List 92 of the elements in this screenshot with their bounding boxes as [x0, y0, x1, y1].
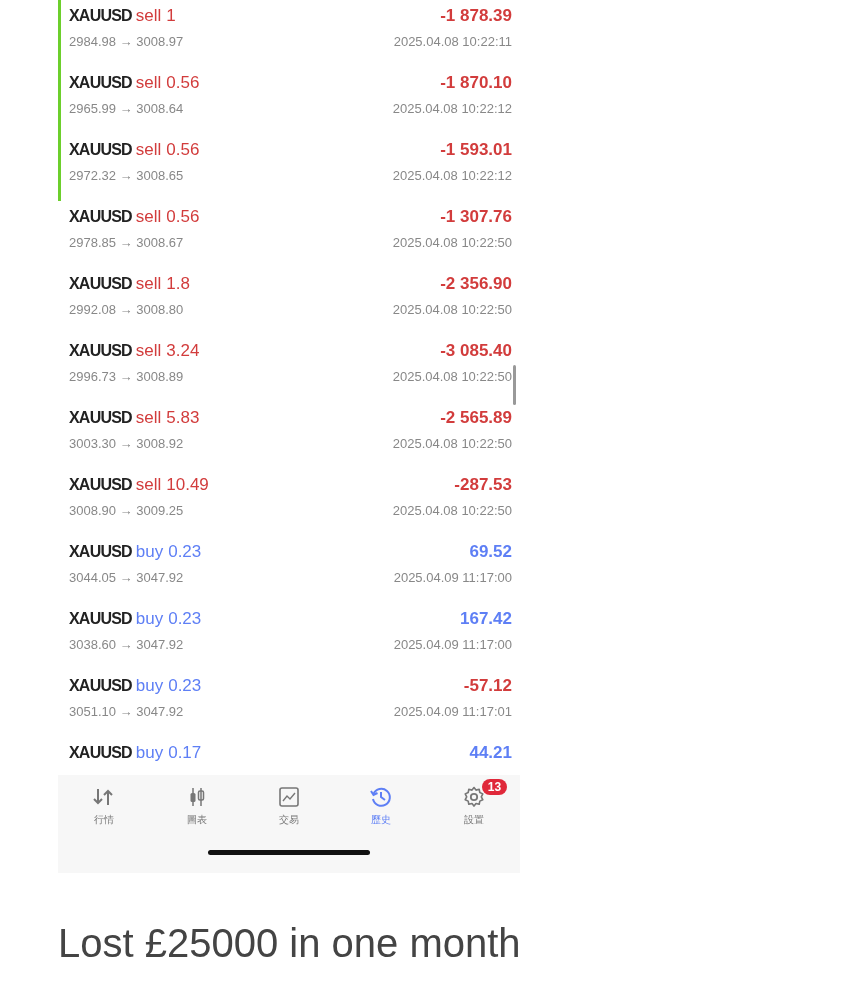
symbol-label: XAUUSD — [69, 141, 132, 158]
notification-badge: 13 — [481, 779, 508, 795]
trade-time: 2025.04.09 11:17:00 — [393, 570, 512, 585]
profit-value: 69.52 — [469, 542, 512, 562]
volume-label: 0.23 — [168, 542, 202, 561]
trade-time: 2025.04.08 10:22:50 — [392, 302, 512, 317]
volume-label: 0.56 — [166, 73, 200, 92]
tab[interactable]: 歷史 — [369, 785, 394, 827]
volume-label: 0.17 — [168, 743, 202, 762]
symbol-label: XAUUSD — [69, 342, 132, 359]
price-range: 2996.73 → 3008.89 — [69, 369, 184, 384]
line-chart-icon — [277, 785, 301, 809]
price-range: 3051.10 → 3047.92 — [69, 704, 184, 719]
symbol-label: XAUUSD — [69, 7, 132, 24]
price-range: 2972.32 → 3008.65 — [69, 168, 184, 183]
side-label: sell — [135, 475, 162, 494]
trade-time: 2025.04.08 10:22:50 — [392, 369, 512, 384]
volume-label: 10.49 — [166, 475, 209, 494]
side-label: sell — [135, 140, 162, 159]
volume-label: 5.83 — [166, 408, 200, 427]
trade-time: 2025.04.09 11:17:01 — [393, 704, 512, 719]
caption: Lost £25000 in one month — [58, 921, 522, 966]
trade-row[interactable]: XAUUSD sell 10.49 -287.53 3008.90 → 3009.25 2025.04.08 10:22:50 — [58, 469, 520, 536]
price-range: 3044.05 → 3047.92 — [69, 570, 184, 585]
symbol-label: XAUUSD — [69, 208, 132, 225]
price-range: 3038.60 → 3047.92 — [69, 637, 184, 652]
trade-row[interactable]: XAUUSD sell 3.24 -3 085.40 2996.73 → 3008.89 2025.04.08 10:22:50 — [58, 335, 520, 402]
flagged-trade-row[interactable]: XAUUSD sell 0.56 -1 870.10 2965.99 → 3008.64 2025.04.08 10:22:12 — [58, 67, 520, 134]
symbol-label: XAUUSD — [69, 476, 132, 493]
history-icon — [369, 785, 394, 809]
side-label: sell — [135, 341, 162, 360]
symbol-label: XAUUSD — [69, 275, 132, 292]
symbol-label: XAUUSD — [69, 677, 132, 694]
price-range: 3003.30 → 3008.92 — [69, 436, 184, 451]
tab[interactable]: 圖表 — [184, 785, 209, 827]
symbol-label: XAUUSD — [69, 610, 132, 627]
profit-value: -2 565.89 — [440, 408, 512, 428]
side-label: sell — [135, 408, 162, 427]
symbol-label: XAUUSD — [69, 744, 132, 761]
trade-row[interactable]: XAUUSD sell 5.83 -2 565.89 3003.30 → 3008.92 2025.04.08 10:22:50 — [58, 402, 520, 469]
symbol-label: XAUUSD — [69, 543, 132, 560]
trade-row[interactable]: XAUUSD buy 0.23 -57.12 3051.10 → 3047.92 2025.04.09 11:17:01 — [58, 670, 520, 737]
profit-value: 167.42 — [460, 609, 512, 629]
side-label: buy — [135, 743, 164, 762]
volume-label: 0.56 — [166, 140, 200, 159]
volume-label: 1 — [166, 6, 176, 25]
trade-time: 2025.04.09 11:17:00 — [393, 637, 512, 652]
profit-value: -1 593.01 — [440, 140, 512, 160]
trade-time: 2025.04.08 10:22:50 — [392, 503, 512, 518]
profit-value: -3 085.40 — [440, 341, 512, 361]
symbol-label: XAUUSD — [69, 74, 132, 91]
trade-time: 2025.04.08 10:22:50 — [392, 235, 512, 250]
settings-icon — [461, 785, 486, 809]
trade-row[interactable]: XAUUSD sell 1.8 -2 356.90 2992.08 → 3008.80 2025.04.08 10:22:50 — [58, 268, 520, 335]
price-range: 3008.90 → 3009.25 — [69, 503, 184, 518]
profit-value: -57.12 — [463, 676, 512, 696]
price-range: 2992.08 → 3008.80 — [69, 302, 184, 317]
scrollbar — [513, 365, 516, 405]
trade-time: 2025.04.08 10:22:12 — [392, 168, 512, 183]
side-label: buy — [135, 609, 164, 628]
volume-label: 3.24 — [166, 341, 200, 360]
volume-label: 0.23 — [168, 676, 202, 695]
side-label: sell — [135, 274, 162, 293]
side-label: buy — [135, 676, 164, 695]
trade-row[interactable]: XAUUSD sell 0.56 -1 307.76 2978.85 → 3008.67 2025.04.08 10:22:50 — [58, 201, 520, 268]
trade-time: 2025.04.08 10:22:11 — [393, 34, 512, 49]
volume-label: 1.8 — [166, 274, 190, 293]
profit-value: 44.21 — [469, 743, 512, 763]
tab[interactable]: 行情 — [92, 785, 117, 827]
flagged-trade-row[interactable]: XAUUSD sell 1 -1 878.39 2984.98 → 3008.97 2025.04.08 10:22:11 — [58, 0, 520, 67]
trade-time: 2025.04.08 10:22:50 — [392, 436, 512, 451]
trade-row[interactable]: XAUUSD buy 0.23 167.42 3038.60 → 3047.92 2025.04.09 11:17:00 — [58, 603, 520, 670]
profit-value: -1 307.76 — [440, 207, 512, 227]
price-range: 2978.85 → 3008.67 — [69, 235, 184, 250]
trade-row[interactable]: XAUUSD buy 0.17 44.21 — [58, 737, 520, 775]
price-range: 2965.99 → 3008.64 — [69, 101, 184, 116]
side-label: buy — [135, 542, 164, 561]
profit-value: -1 878.39 — [440, 6, 512, 26]
symbol-label: XAUUSD — [69, 409, 132, 426]
price-range: 2984.98 → 3008.97 — [69, 34, 184, 49]
side-label: sell — [135, 207, 162, 226]
flagged-trade-row[interactable]: XAUUSD sell 0.56 -1 593.01 2972.32 → 3008.65 2025.04.08 10:22:12 — [58, 134, 520, 201]
profit-value: -287.53 — [454, 475, 512, 495]
trade-time: 2025.04.08 10:22:12 — [392, 101, 512, 116]
profit-value: -2 356.90 — [440, 274, 512, 294]
side-label: sell — [135, 6, 162, 25]
trade-row[interactable]: XAUUSD buy 0.23 69.52 3044.05 → 3047.92 2025.04.09 11:17:00 — [58, 536, 520, 603]
tab[interactable]: 交易 — [277, 785, 301, 827]
profit-value: -1 870.10 — [440, 73, 512, 93]
volume-label: 0.23 — [168, 609, 202, 628]
volume-label: 0.56 — [166, 207, 200, 226]
side-label: sell — [135, 73, 162, 92]
